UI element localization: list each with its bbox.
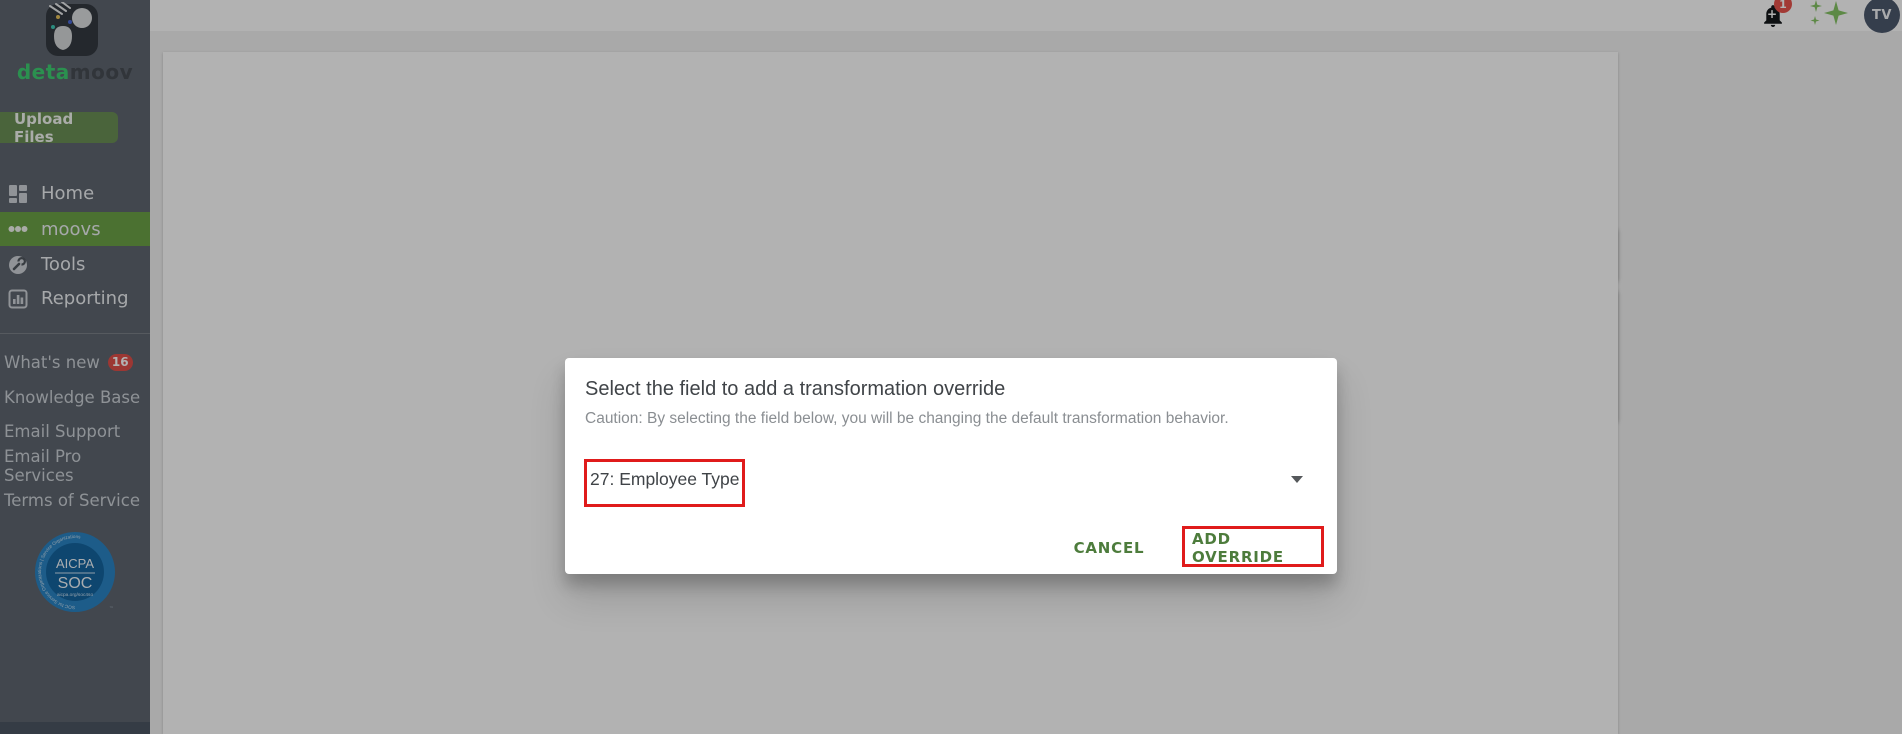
annotation-box-select [584, 459, 745, 507]
chevron-down-icon [1291, 476, 1303, 483]
dialog-caution-text: Caution: By selecting the field below, y… [585, 410, 1229, 427]
dialog-title: Select the field to add a transformation… [585, 378, 1006, 400]
annotation-box-add-override [1182, 526, 1324, 567]
cancel-button[interactable]: CANCEL [1063, 533, 1155, 563]
